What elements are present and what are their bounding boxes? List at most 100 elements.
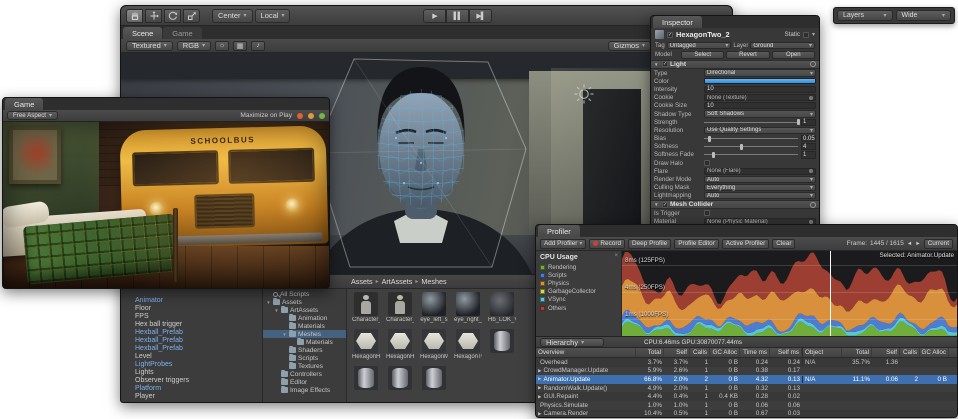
column-header[interactable]: Total [842, 348, 872, 357]
hierarchy-item[interactable]: Hexball_Prefab [121, 345, 262, 353]
clear-button[interactable]: Clear [772, 239, 795, 249]
fold-arrow-icon[interactable]: ▼ [274, 308, 279, 313]
prev-frame-button[interactable]: ◄ [907, 241, 912, 247]
gear-icon[interactable] [810, 202, 816, 208]
column-header[interactable]: Calls [690, 348, 710, 357]
pan-tool-button[interactable] [126, 9, 143, 23]
overlay-toggle[interactable]: ▦ [233, 41, 247, 51]
tab-game[interactable]: Game [163, 27, 201, 39]
hierarchy-item[interactable]: Observer triggers [121, 377, 262, 385]
breadcrumb-item[interactable]: Assets [351, 277, 373, 286]
profiler-row[interactable]: ▶RandomWalk.Update()4.9%2.0%10 B0.320.13 [536, 384, 957, 393]
slider-track[interactable] [704, 122, 798, 123]
tab-profiler[interactable]: Profiler [538, 225, 580, 237]
layout-dropdown[interactable]: Wide ▾ [896, 10, 952, 21]
property-dropdown[interactable]: Everything▾ [704, 184, 816, 191]
property-dropdown[interactable]: Directional▾ [704, 69, 816, 76]
asset-item[interactable]: eye_left_s [420, 292, 448, 324]
hierarchy-item[interactable]: Lights [121, 369, 262, 377]
active-checkbox[interactable] [667, 32, 673, 38]
text-field[interactable]: 10 [704, 86, 816, 93]
aspect-dropdown[interactable]: Free Aspect ▾ [7, 111, 58, 120]
hierarchy-item[interactable]: LightProbes [121, 361, 262, 369]
asset-item[interactable]: HexagonHalf [352, 329, 380, 361]
slider-track[interactable] [704, 138, 798, 139]
tree-item[interactable]: All Scripts [263, 290, 346, 298]
legend-item[interactable]: Scripts [540, 271, 617, 279]
layer-dropdown[interactable]: Ground ▾ [750, 42, 815, 49]
fold-arrow-icon[interactable]: ▶ [538, 394, 541, 400]
slider-thumb[interactable] [740, 144, 743, 150]
next-frame-button[interactable]: ► [915, 241, 920, 247]
legend-item[interactable]: Rendering [540, 263, 617, 271]
slider-thumb[interactable] [797, 119, 800, 125]
profiler-row[interactable]: ▶Animator.Update66.8%2.0%20 B4.320.13N/A… [536, 375, 957, 384]
hierarchy-item[interactable]: Level [121, 353, 262, 361]
record-toggle[interactable]: Record [589, 239, 625, 249]
close-icon[interactable]: × [614, 253, 618, 259]
open-button[interactable]: Open [772, 51, 815, 59]
slider-value-field[interactable]: 0.05 [801, 135, 816, 142]
breadcrumb-item[interactable]: ArtAssets [382, 277, 413, 286]
column-header[interactable]: Self ms [770, 348, 802, 357]
checkbox-box[interactable] [704, 210, 710, 216]
tree-item[interactable]: Animation [263, 314, 346, 322]
slider-value-field[interactable]: 1 [801, 151, 816, 158]
tab-game-floating[interactable]: Game [5, 98, 43, 110]
hierarchy-view-dropdown[interactable]: Hierarchy ▾ [540, 338, 604, 347]
step-button[interactable]: ▶▌ [469, 9, 492, 23]
tree-item[interactable]: Editor [263, 378, 346, 386]
column-header[interactable]: Calls [900, 348, 920, 357]
legend-item[interactable]: VSync [540, 296, 617, 304]
asset-item[interactable]: Character_1 [352, 292, 380, 324]
slider[interactable]: 4 [704, 143, 816, 150]
tree-item[interactable]: Scripts [263, 354, 346, 362]
column-header[interactable]: Self [872, 348, 900, 357]
column-header[interactable]: GC Alloc [920, 348, 949, 357]
column-header[interactable]: Total [636, 348, 664, 357]
revert-button[interactable]: Revert [726, 51, 769, 59]
fold-arrow-icon[interactable]: ▼ [654, 62, 660, 67]
tree-item[interactable]: ▼Meshes [263, 330, 346, 338]
profiler-row[interactable]: ▶GUI.Repaint4.4%0.4%10.4 KB0.280.02 [536, 392, 957, 401]
rotate-tool-button[interactable] [164, 9, 181, 23]
component-header[interactable]: ▼Light [651, 60, 819, 69]
hierarchy-item[interactable]: Platform [121, 385, 262, 393]
lighting-toggle[interactable]: ☼ [215, 41, 229, 51]
slider-thumb[interactable] [708, 136, 711, 142]
asset-item[interactable] [386, 366, 414, 398]
profile-editor-toggle[interactable]: Profile Editor [674, 239, 719, 249]
slider-value-field[interactable]: 1 [801, 119, 816, 126]
gameobject-name[interactable]: HexagonTwo_2 [676, 30, 782, 39]
maximize-on-play-toggle[interactable]: Maximize on Play [240, 112, 292, 119]
component-enabled-checkbox[interactable] [662, 61, 668, 67]
legend-item[interactable]: Physics [540, 279, 617, 287]
profiler-row[interactable]: ▶Camera.Render10.4%0.5%10 B0.670.03 [536, 410, 957, 417]
tree-item[interactable]: Image Effects [263, 386, 346, 394]
text-field[interactable]: 10 [704, 102, 816, 109]
tab-scene[interactable]: Scene [123, 27, 162, 39]
column-header[interactable]: Time ms [740, 348, 770, 357]
tab-inspector[interactable]: Inspector [653, 16, 702, 28]
pivot-toggle[interactable]: Center ▾ [212, 9, 253, 23]
tree-item[interactable]: ▼ArtAssets [263, 306, 346, 314]
asset-item[interactable]: HexagonHalf [386, 329, 414, 361]
deep-profile-toggle[interactable]: Deep Profile [628, 239, 671, 249]
game-viewport[interactable]: SCHOOLBUS [3, 122, 329, 288]
pause-button[interactable]: ▌▌ [446, 9, 469, 23]
render-mode-dropdown[interactable]: RGB ▾ [177, 41, 211, 51]
slider[interactable]: 0.05 [704, 135, 816, 142]
hierarchy-item[interactable]: Player [121, 393, 262, 401]
object-field[interactable]: None (Flare) [704, 168, 816, 175]
audio-toggle[interactable]: ♪ [251, 41, 265, 51]
property-dropdown[interactable]: Use Quality Settings▾ [704, 127, 816, 134]
fold-arrow-icon[interactable]: ▶ [538, 411, 541, 417]
asset-item[interactable]: HexagonM [420, 329, 448, 361]
shading-mode-dropdown[interactable]: Textured ▾ [126, 41, 173, 51]
asset-item[interactable] [488, 329, 516, 361]
property-dropdown[interactable]: Auto▾ [704, 176, 816, 183]
fold-arrow-icon[interactable]: ▼ [654, 202, 660, 207]
fold-arrow-icon[interactable]: ▶ [538, 368, 541, 374]
select-button[interactable]: Select [681, 51, 724, 59]
slider[interactable]: 1 [704, 119, 816, 126]
